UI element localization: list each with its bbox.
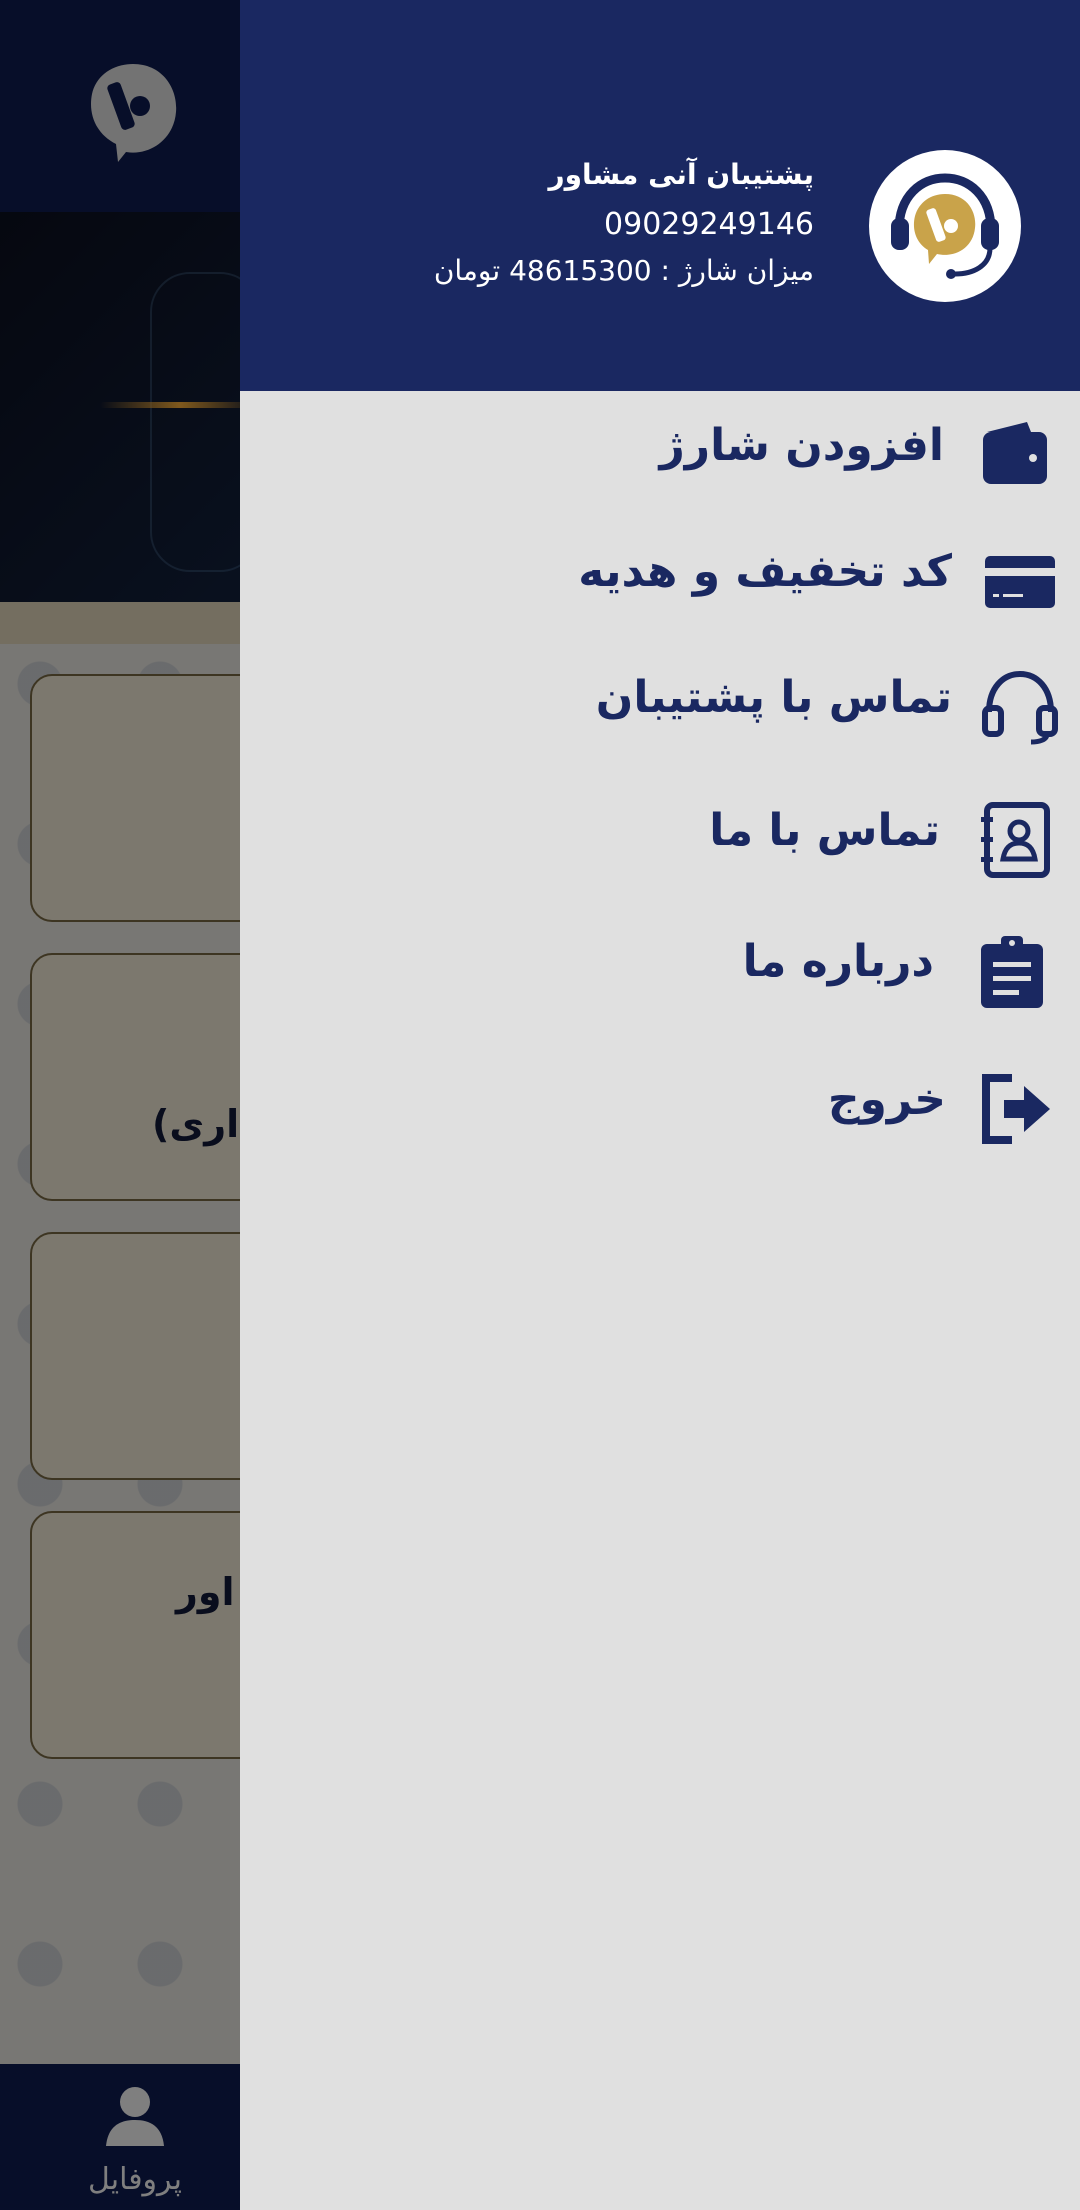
menu-item-contact-us[interactable]: تماس با ما [240, 783, 1080, 893]
support-logo-icon [891, 173, 999, 279]
logout-icon [982, 1074, 1050, 1144]
menu-label: خروج [827, 1074, 946, 1125]
drawer-header: پشتیبان آنی مشاور 09029249146 میزان شارژ… [240, 0, 1080, 391]
menu-item-add-charge[interactable]: افزودن شارژ [240, 398, 1080, 508]
menu-label: تماس با پشتیبان [595, 672, 952, 723]
contact-book-icon [981, 802, 1050, 878]
wallet-icon [983, 422, 1047, 484]
menu-label: افزودن شارژ [659, 420, 944, 471]
menu-item-about-us[interactable]: درباره ما [240, 914, 1080, 1024]
credit-card-icon [985, 556, 1055, 608]
menu-label: درباره ما [742, 936, 934, 987]
menu-label: کد تخفیف و هدیه [578, 546, 952, 597]
menu-label: تماس با ما [709, 805, 940, 856]
menu-item-contact-support[interactable]: تماس با پشتیبان [240, 650, 1080, 760]
menu-item-logout[interactable]: خروج [240, 1052, 1080, 1162]
support-avatar [869, 150, 1021, 302]
account-balance: میزان شارژ : 48615300 تومان [433, 254, 814, 287]
headset-icon [982, 670, 1058, 745]
user-phone: 09029249146 [604, 207, 814, 242]
clipboard-icon [981, 936, 1043, 1008]
navigation-drawer: پشتیبان آنی مشاور 09029249146 میزان شارژ… [240, 0, 1080, 2210]
user-name: پشتیبان آنی مشاور [548, 158, 814, 191]
menu-item-discount-code[interactable]: کد تخفیف و هدیه [240, 524, 1080, 634]
